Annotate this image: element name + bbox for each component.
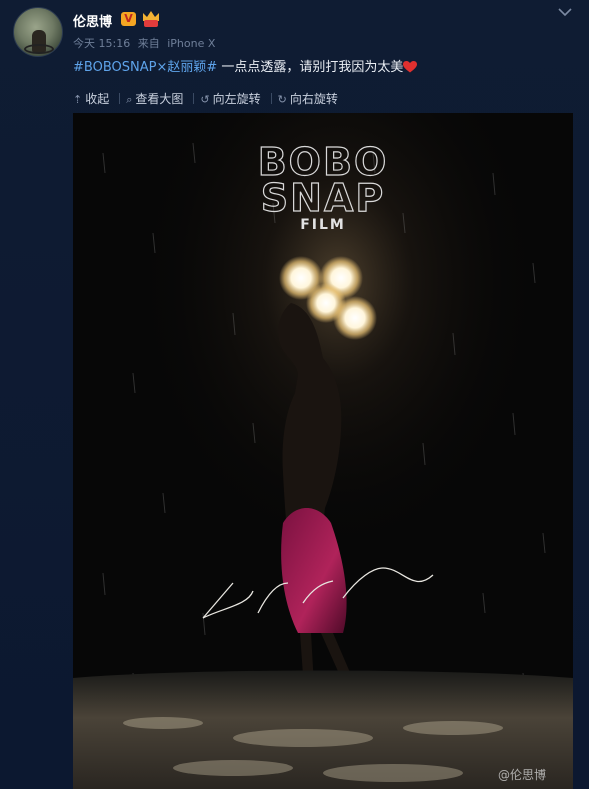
- divider: [270, 93, 272, 104]
- logo-line-3: FILM: [300, 217, 346, 233]
- watermark: @伦思博: [498, 767, 546, 782]
- avatar-bike: [24, 44, 54, 54]
- poster-illustration: BOBO SNAP FILM @伦思博: [73, 113, 573, 789]
- crown-base: [144, 20, 158, 27]
- post-source[interactable]: iPhone X: [167, 37, 215, 50]
- rotate-right-icon: ↻: [277, 93, 287, 106]
- post-meta: 今天 15:16 来自 iPhone X: [73, 35, 219, 51]
- post-time[interactable]: 今天 15:16: [73, 37, 130, 50]
- view-large-button[interactable]: ⌕ 查看大图: [126, 90, 183, 107]
- post-image[interactable]: BOBO SNAP FILM @伦思博: [73, 113, 573, 789]
- post-text: 一点点透露，请别打我因为太美: [217, 60, 404, 75]
- rotate-left-button[interactable]: ↺ 向左旋转: [200, 90, 260, 107]
- collapse-button[interactable]: ⇡ 收起: [73, 90, 109, 107]
- logo-line-2: SNAP: [261, 176, 385, 220]
- collapse-label: 收起: [85, 92, 110, 106]
- weibo-post: 伦思博 V 今天 15:16 来自 iPhone X #BOBOSNAP×赵丽颖…: [0, 0, 589, 789]
- rotate-left-label: 向左旋转: [212, 92, 261, 106]
- chevron-down-icon[interactable]: [558, 6, 572, 18]
- user-avatar[interactable]: [13, 7, 63, 57]
- image-toolbar: ⇡ 收起 ⌕ 查看大图 ↺ 向左旋转 ↻ 向右旋转: [73, 90, 342, 106]
- rotate-right-button[interactable]: ↻ 向右旋转: [278, 90, 338, 107]
- username[interactable]: 伦思博: [73, 11, 112, 30]
- source-prefix: 来自: [137, 37, 160, 50]
- collapse-icon: ⇡: [73, 93, 83, 106]
- zoom-icon: ⌕: [126, 93, 133, 106]
- verified-badge-icon[interactable]: V: [121, 12, 136, 26]
- view-large-label: 查看大图: [135, 92, 184, 106]
- post-content: #BOBOSNAP×赵丽颖# 一点点透露，请别打我因为太美: [73, 56, 418, 75]
- rotate-left-icon: ↺: [200, 93, 210, 106]
- rotate-right-label: 向右旋转: [289, 92, 338, 106]
- vip-crown-icon[interactable]: [142, 11, 160, 27]
- divider: [119, 93, 121, 104]
- hashtag-link[interactable]: #BOBOSNAP×赵丽颖#: [73, 60, 217, 75]
- divider: [193, 93, 195, 104]
- heart-icon: [403, 61, 418, 73]
